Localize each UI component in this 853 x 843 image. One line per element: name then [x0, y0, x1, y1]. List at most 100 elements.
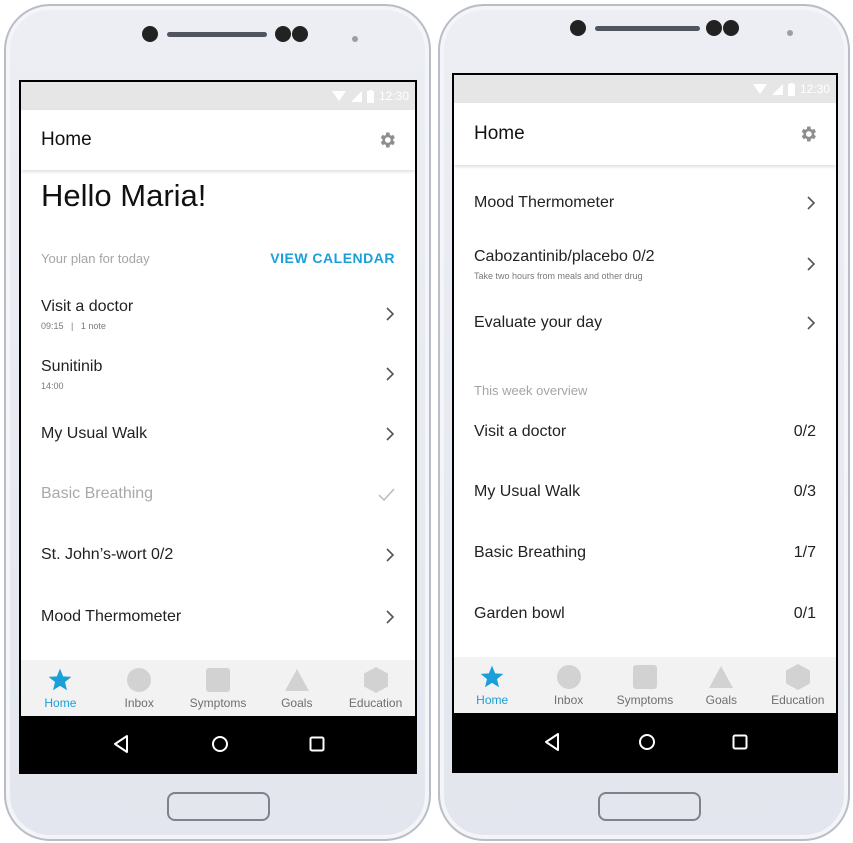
home-icon[interactable] [638, 733, 656, 751]
page-title: Home [474, 123, 525, 144]
plan-item-title: Mood Thermometer [41, 608, 182, 625]
nav-education[interactable]: Education [346, 667, 406, 710]
plan-item-visit-doctor[interactable]: Visit a doctor 09:15 | 1 note [21, 284, 415, 344]
nav-label: Goals [705, 693, 738, 707]
week-item-count: 1/7 [793, 544, 816, 561]
signal-icon [350, 90, 362, 102]
nav-goals[interactable]: Goals [267, 667, 327, 710]
bottom-nav: Home Inbox Symptoms Goals Education [454, 657, 836, 713]
plan-item-mood-thermometer[interactable]: Mood Thermometer [454, 173, 836, 233]
plan-item-evaluate-day[interactable]: Evaluate your day [454, 295, 836, 351]
plan-item-instruction: Take two hours from meals and other drug [474, 270, 643, 281]
camera-dot [570, 20, 586, 36]
week-header: This week overview [454, 351, 836, 403]
speaker-grille [595, 26, 700, 31]
home-icon[interactable] [211, 735, 229, 753]
week-item-usual-walk[interactable]: My Usual Walk 0/3 [454, 461, 836, 523]
plan-item-sunitinib[interactable]: Sunitinib 14:00 [21, 344, 415, 404]
app-bar: Home [454, 103, 836, 165]
battery-icon [787, 82, 795, 96]
week-item-title: My Usual Walk [474, 483, 581, 500]
star-icon [480, 665, 504, 688]
nav-home[interactable]: Home [30, 667, 90, 710]
sensor-dot [723, 20, 739, 36]
separator: | [71, 320, 74, 331]
plan-item-st-johns-wort[interactable]: St. John’s-wort 0/2 [21, 524, 415, 586]
gear-icon[interactable] [798, 124, 818, 144]
star-icon [49, 668, 72, 691]
system-nav-bar [21, 716, 415, 772]
nav-education[interactable]: Education [768, 664, 828, 707]
nav-inbox[interactable]: Inbox [539, 664, 599, 707]
screen-left: 12:30 Home Hello Maria! Your plan for to… [19, 80, 417, 774]
plan-item-usual-walk[interactable]: My Usual Walk [21, 404, 415, 464]
plan-item-note: 1 note [80, 320, 106, 331]
recents-icon[interactable] [732, 734, 748, 750]
plan-item-mood-thermometer[interactable]: Mood Thermometer [21, 586, 415, 648]
light-sensor-dot [787, 30, 793, 36]
chevron-right-icon [386, 610, 395, 624]
battery-icon [366, 89, 374, 103]
triangle-icon [709, 666, 734, 688]
plan-item-time: 09:15 [41, 320, 64, 331]
status-time: 12:30 [378, 89, 409, 103]
chevron-right-icon [386, 427, 395, 441]
status-bar: 12:30 [21, 82, 415, 110]
hardware-home-button[interactable] [167, 792, 270, 821]
nav-inbox[interactable]: Inbox [109, 667, 169, 710]
chevron-right-icon [386, 307, 395, 321]
circle-icon [556, 665, 581, 689]
check-icon [378, 488, 395, 501]
camera-dot [142, 26, 158, 42]
status-bar: 12:30 [454, 75, 836, 103]
hardware-home-button[interactable] [598, 792, 701, 821]
chevron-right-icon [386, 548, 395, 562]
sensor-dot [275, 26, 291, 42]
nav-symptoms[interactable]: Symptoms [188, 667, 248, 710]
view-calendar-button[interactable]: VIEW CALENDAR [270, 250, 395, 266]
week-item-title: Garden bowl [474, 605, 565, 622]
week-item-title: Basic Breathing [474, 544, 587, 561]
gear-icon[interactable] [377, 130, 397, 150]
week-item-garden-bowl[interactable]: Garden bowl 0/1 [454, 583, 836, 645]
hexagon-icon [363, 667, 388, 693]
page-title: Home [41, 129, 92, 150]
system-nav-bar [454, 713, 836, 771]
bottom-nav: Home Inbox Symptoms Goals Education [21, 660, 415, 716]
plan-item-title: Sunitinib [41, 357, 103, 375]
chevron-right-icon [807, 316, 816, 330]
plan-item-title: Cabozantinib/placebo 0/2 [474, 247, 655, 265]
plan-item-cabozantinib[interactable]: Cabozantinib/placebo 0/2 Take two hours … [454, 233, 836, 295]
nav-label: Symptoms [189, 696, 247, 710]
plan-item-title: Visit a doctor [41, 297, 134, 315]
wifi-icon [331, 90, 346, 101]
triangle-icon [284, 669, 309, 691]
week-item-visit-doctor[interactable]: Visit a doctor 0/2 [454, 403, 836, 461]
week-item-title: Visit a doctor [474, 423, 567, 440]
nav-symptoms[interactable]: Symptoms [615, 664, 675, 707]
plan-item-title: Basic Breathing [41, 485, 154, 502]
greeting: Hello Maria! [41, 178, 207, 213]
nav-home[interactable]: Home [462, 664, 522, 707]
wifi-icon [752, 83, 767, 94]
plan-label: Your plan for today [41, 250, 150, 266]
back-icon[interactable] [111, 734, 131, 754]
sensor-dot [706, 20, 722, 36]
home-content-scrolled: Mood Thermometer Cabozantinib/placebo 0/… [454, 165, 836, 657]
chevron-right-icon [386, 367, 395, 381]
recents-icon[interactable] [309, 736, 325, 752]
back-icon[interactable] [542, 732, 562, 752]
square-icon [632, 665, 657, 689]
home-content: Hello Maria! Your plan for today VIEW CA… [21, 170, 415, 660]
nav-label: Home [476, 693, 509, 707]
week-item-count: 0/3 [793, 483, 816, 500]
week-item-count: 0/2 [793, 423, 816, 440]
week-item-basic-breathing[interactable]: Basic Breathing 1/7 [454, 523, 836, 583]
plan-item-basic-breathing[interactable]: Basic Breathing [21, 464, 415, 524]
nav-label: Symptoms [616, 693, 674, 707]
plan-item-title: Mood Thermometer [474, 194, 615, 211]
status-time: 12:30 [799, 82, 830, 96]
plan-header: Your plan for today VIEW CALENDAR [21, 232, 415, 284]
phone-frame-right: 12:30 Home Mood Thermometer Cabozantinib… [438, 4, 850, 841]
nav-goals[interactable]: Goals [691, 664, 751, 707]
